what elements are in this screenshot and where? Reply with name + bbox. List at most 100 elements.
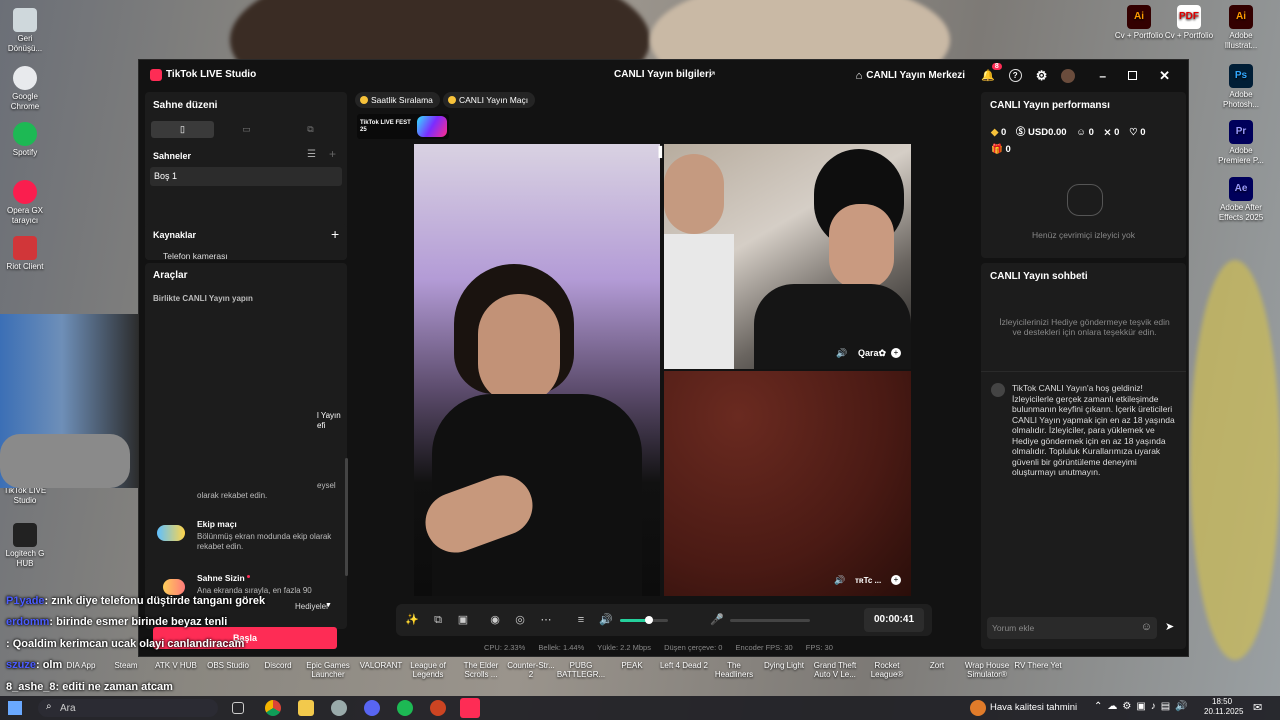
desktop-icon-label: Adobe Photosh... — [1222, 90, 1260, 109]
desktop-icon-2[interactable]: Spotify — [0, 122, 50, 158]
left-scrollbar[interactable] — [345, 458, 348, 576]
chevron-down-icon[interactable]: ▼ — [325, 602, 332, 609]
live-fest-banner[interactable]: TikTok LIVE FEST 25 — [357, 114, 449, 139]
source-item[interactable]: Telefon kamerası — [163, 251, 228, 261]
send-icon[interactable]: ➤ — [1165, 620, 1174, 633]
desktop-shortcut-label[interactable]: Counter-Str... 2 — [505, 661, 557, 679]
desktop-icon-right-4[interactable]: Pr Adobe Premiere P... — [1216, 120, 1266, 166]
overlay-chat-text: : zınk diye telefonu düştirde tanganı gö… — [44, 595, 266, 607]
weather-label[interactable]: Hava kalitesi tahmini — [990, 702, 1077, 713]
tray-icons[interactable]: ⌃☁⚙▣♪▤🔊 — [1094, 701, 1193, 712]
empty-viewers-icon — [1067, 184, 1103, 216]
desktop-icon-right-5[interactable]: Ae Adobe After Effects 2025 — [1216, 177, 1266, 223]
overlay-chat-user: erdomm — [6, 616, 50, 628]
desktop-shortcut-label[interactable]: League of Legends — [402, 661, 454, 679]
guest1-mic-icon[interactable]: 🔊 — [836, 348, 847, 359]
tiktok-taskbar-icon[interactable] — [460, 698, 480, 718]
chat-hint: İzleyicilerinizi Hediye göndermeye teşvi… — [999, 317, 1170, 337]
screen-icon[interactable]: ▣ — [456, 613, 470, 627]
desktop-shortcut-label[interactable]: Left 4 Dead 2 — [658, 661, 710, 670]
desktop-icon-right-3[interactable]: Ps Adobe Photosh... — [1216, 64, 1266, 110]
desktop-shortcut-label[interactable]: The Headliners — [708, 661, 760, 679]
desktop-shortcut-label[interactable]: OBS Studio — [202, 661, 254, 670]
desktop-shortcut-label[interactable]: Wrap House Simulator® — [961, 661, 1013, 679]
desktop-shortcut-label[interactable]: PEAK — [606, 661, 658, 670]
close-icon[interactable]: ✕ — [1159, 68, 1170, 84]
volume-knob[interactable] — [644, 616, 653, 624]
layout-landscape-button[interactable]: ▭ — [215, 121, 278, 138]
hourly-ranking-chip[interactable]: Saatlik Sıralama — [355, 92, 440, 108]
emoji-icon[interactable]: ☺ — [1141, 621, 1152, 633]
settings-gear-icon[interactable]: ⚙ — [1036, 68, 1048, 84]
desktop-shortcut-label[interactable]: ATK V HUB — [150, 661, 202, 670]
clock-date[interactable]: 20.11.2025 — [1204, 707, 1243, 716]
task-view-icon[interactable] — [232, 702, 244, 714]
gifts-label[interactable]: Hediyeler — [295, 602, 329, 611]
effects-icon[interactable]: ✨ — [405, 613, 419, 627]
search-box[interactable]: ⌕ Ara — [38, 699, 218, 717]
desktop-icon-4[interactable]: Riot Client — [0, 236, 50, 272]
layout-portrait-button[interactable]: ▯ — [151, 121, 214, 138]
desktop-icon-right-1[interactable]: PDF Cv + Portfolio — [1164, 5, 1214, 41]
avatar[interactable] — [1061, 68, 1076, 83]
home-icon[interactable]: ⌂ — [856, 70, 863, 82]
clock-time[interactable]: 18:50 — [1212, 697, 1232, 706]
spotify-taskbar-icon[interactable] — [397, 700, 413, 716]
desktop-icon-label: Geri Dönüşü... — [7, 34, 43, 53]
replay-icon[interactable]: ◎ — [513, 613, 527, 627]
minimize-icon[interactable]: – — [1099, 69, 1106, 83]
guest2-mic-icon[interactable]: 🔊 — [834, 575, 845, 586]
app-taskbar-icon[interactable] — [331, 700, 347, 716]
desktop-shortcut-label[interactable]: PUBG BATTLEGR... — [555, 661, 607, 679]
desktop-icon-1[interactable]: Google Chrome — [0, 66, 50, 112]
desktop-shortcut-label[interactable]: Epic Games Launcher — [302, 661, 354, 679]
riot-taskbar-icon[interactable] — [430, 700, 446, 716]
desktop-shortcut-label[interactable]: RV There Yet — [1012, 661, 1064, 670]
maximize-icon[interactable] — [1128, 71, 1138, 80]
weather-icon — [970, 700, 986, 716]
desktop-shortcut-label[interactable]: Discord — [252, 661, 304, 670]
live-info-title[interactable]: CANLI Yayın bilgileri — [614, 69, 712, 80]
help-icon[interactable]: ? — [1008, 69, 1022, 82]
scene-list-icon[interactable]: ☰ — [307, 149, 316, 160]
desktop-icon-6[interactable]: Logitech G HUB — [0, 523, 50, 569]
notifications-icon[interactable]: ✉ — [1253, 701, 1262, 714]
chrome-taskbar-icon[interactable] — [265, 700, 281, 716]
live-center-link[interactable]: CANLI Yayın Merkezi — [866, 70, 965, 81]
desktop-icon-3[interactable]: Opera GX tarayıcı — [0, 180, 50, 226]
more-icon[interactable]: ⋯ — [539, 613, 553, 627]
speaker-icon[interactable]: 🔊 — [599, 613, 613, 627]
guest2-add-icon[interactable]: + — [891, 575, 901, 585]
desktop-shortcut-label[interactable]: Steam — [100, 661, 152, 670]
live-match-label: CANLI Yayın Maçı — [459, 95, 529, 105]
explorer-taskbar-icon[interactable] — [298, 700, 314, 716]
layout-both-button[interactable]: ⧉ — [279, 121, 342, 138]
record-icon[interactable]: ◉ — [488, 613, 502, 627]
comment-input[interactable]: Yorum ekle ☺ — [987, 617, 1157, 639]
desktop-icon-0[interactable]: Geri Dönüşü... — [0, 8, 50, 54]
microphone-icon[interactable]: 🎤 — [710, 613, 724, 627]
mic-slider[interactable] — [730, 619, 810, 622]
layout-icon[interactable]: ⧉ — [431, 613, 445, 627]
desktop-icon-right-2[interactable]: Ai Adobe Illustrat... — [1216, 5, 1266, 51]
desktop-shortcut-label[interactable]: VALORANT — [355, 661, 407, 670]
desktop-shortcut-label[interactable]: Dying Light — [758, 661, 810, 670]
team-match-item[interactable]: Ekip maçı Bölünmüş ekran modunda ekip ol… — [145, 515, 345, 555]
desktop-shortcut-label[interactable]: The Elder Scrolls ... — [455, 661, 507, 679]
start-icon[interactable] — [8, 701, 22, 715]
bell-icon[interactable]: 🔔 8 — [981, 63, 1002, 82]
desktop-shortcut-label[interactable]: Rocket League® — [861, 661, 913, 679]
add-source-icon[interactable]: + — [331, 226, 339, 242]
desktop-shortcut-label[interactable]: Grand Theft Auto V Le... — [809, 661, 861, 679]
volume-slider[interactable] — [620, 616, 668, 624]
share-icon[interactable]: ↗ — [707, 68, 716, 81]
discord-taskbar-icon[interactable] — [364, 700, 380, 716]
guest1-add-icon[interactable]: + — [891, 348, 901, 358]
heart-icon: ♡ — [1129, 127, 1138, 138]
desktop-shortcut-label[interactable]: Zort — [911, 661, 963, 670]
mixer-icon[interactable]: ≡ — [574, 613, 588, 627]
scene-item[interactable]: Boş 1 — [150, 167, 342, 186]
add-scene-icon[interactable]: + — [329, 147, 336, 161]
live-match-chip[interactable]: CANLI Yayın Maçı — [443, 92, 536, 108]
desktop-icon-right-0[interactable]: Ai Cv + Portfolio — [1114, 5, 1164, 41]
